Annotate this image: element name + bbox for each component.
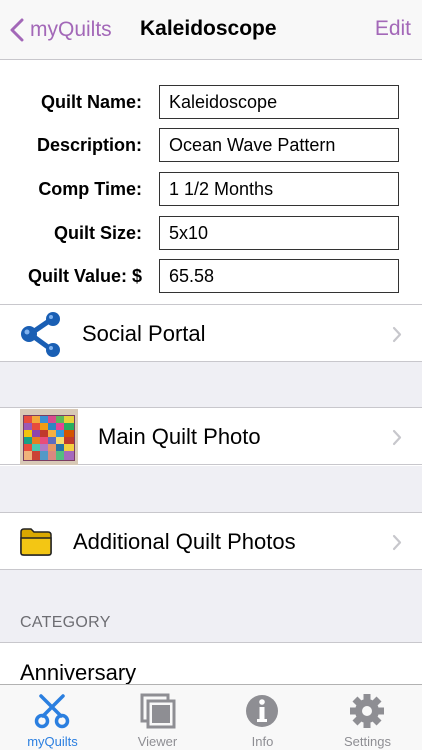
tab-info-label: Info — [251, 734, 274, 749]
quilt-size-input[interactable] — [159, 216, 399, 250]
main-quilt-photo-cell[interactable]: Main Quilt Photo — [0, 407, 422, 465]
chevron-right-icon — [392, 429, 402, 446]
viewer-icon — [140, 693, 176, 729]
tab-bar: myQuilts Viewer Info Settings — [0, 684, 422, 750]
comp-time-label: Comp Time: — [38, 179, 142, 199]
additional-quilt-photos-label: Additional Quilt Photos — [73, 529, 296, 554]
category-section-header: CATEGORY — [20, 614, 111, 631]
form-row-quilt-name: Quilt Name: — [0, 85, 422, 119]
chevron-right-icon — [392, 326, 402, 343]
chevron-right-icon — [392, 534, 402, 551]
tab-viewer[interactable]: Viewer — [105, 685, 210, 750]
social-portal-label: Social Portal — [82, 321, 206, 346]
category-section-background: CATEGORY — [0, 570, 422, 643]
tab-myquilts-label: myQuilts — [27, 734, 78, 749]
quilt-photo-thumbnail — [20, 409, 78, 465]
comp-time-input[interactable] — [159, 172, 399, 206]
folder-icon — [20, 528, 52, 556]
section-gap — [0, 362, 422, 408]
form-row-description: Description: — [0, 128, 422, 162]
back-button[interactable]: myQuilts — [10, 14, 112, 46]
description-input[interactable] — [159, 128, 399, 162]
tab-settings[interactable]: Settings — [315, 685, 420, 750]
quilt-name-label: Quilt Name: — [40, 92, 142, 112]
navigation-bar: myQuilts Kaleidoscope Edit — [0, 0, 422, 60]
quilt-value-input[interactable] — [159, 259, 399, 293]
info-icon — [246, 695, 278, 727]
social-portal-cell[interactable]: Social Portal — [0, 304, 422, 362]
quilt-value-label: Quilt Value: $ — [27, 266, 142, 286]
category-value: Anniversary — [20, 660, 137, 685]
form-row-quilt-value: Quilt Value: $ — [0, 259, 422, 293]
tab-settings-label: Settings — [344, 734, 391, 749]
section-gap — [0, 466, 422, 513]
scissors-icon — [34, 694, 70, 729]
chevron-left-icon — [10, 18, 24, 42]
form-row-comp-time: Comp Time: — [0, 172, 422, 206]
form-row-quilt-size: Quilt Size: — [0, 216, 422, 250]
additional-quilt-photos-cell[interactable]: Additional Quilt Photos — [0, 512, 422, 570]
description-label: Description: — [36, 135, 142, 155]
quilt-details-form: Quilt Name: Description: Comp Time: Quil… — [0, 61, 422, 305]
gear-icon — [350, 694, 384, 728]
edit-button[interactable]: Edit — [375, 17, 411, 41]
tab-info[interactable]: Info — [210, 685, 315, 750]
quilt-size-label: Quilt Size: — [53, 223, 142, 243]
quilt-name-input[interactable] — [159, 85, 399, 119]
share-icon — [21, 312, 60, 357]
page-title: Kaleidoscope — [140, 17, 277, 40]
main-quilt-photo-label: Main Quilt Photo — [98, 424, 261, 449]
back-button-label: myQuilts — [30, 18, 112, 41]
tab-myquilts[interactable]: myQuilts — [0, 685, 105, 750]
tab-viewer-label: Viewer — [137, 734, 178, 749]
